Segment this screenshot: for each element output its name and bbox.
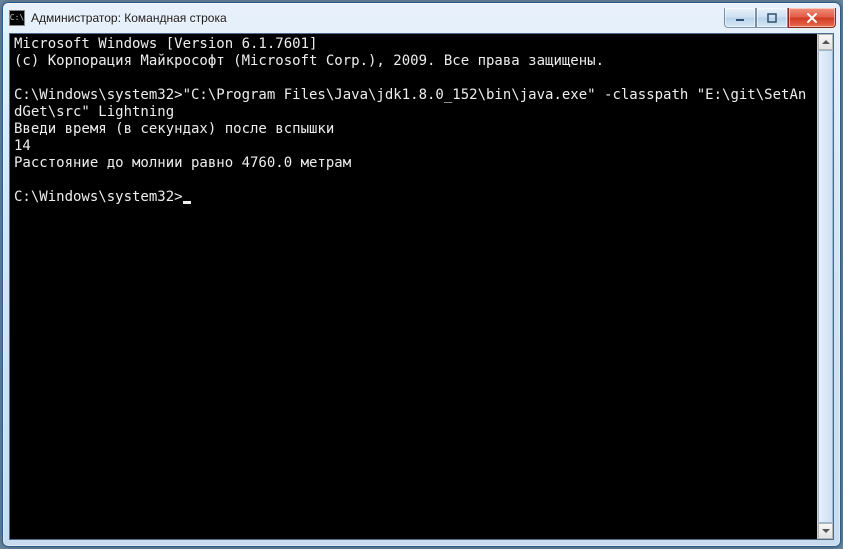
terminal-line [14,172,813,189]
scroll-down-button[interactable] [818,523,833,539]
terminal-prompt: C:\Windows\system32> [14,189,183,205]
window-controls [724,8,836,28]
scroll-up-button[interactable] [818,34,833,50]
client-area: Microsoft Windows [Version 6.1.7601](c) … [9,33,834,540]
scroll-track[interactable] [818,50,833,523]
minimize-button[interactable] [724,8,756,28]
terminal-line: Расстояние до молнии равно 4760.0 метрам [14,155,813,172]
terminal-line: Введи время (в секундах) после вспышки [14,121,813,138]
window-title: Администратор: Командная строка [31,11,724,25]
scroll-thumb[interactable] [818,50,833,523]
terminal-line: C:\Windows\system32>"C:\Program Files\Ja… [14,87,813,121]
terminal-line: Microsoft Windows [Version 6.1.7601] [14,36,813,53]
close-button[interactable] [788,8,836,28]
window-frame: C:\ Администратор: Командная строка Micr… [2,2,841,547]
terminal-cursor [183,201,191,204]
terminal-line: 14 [14,138,813,155]
cmd-icon: C:\ [9,10,25,26]
vertical-scrollbar[interactable] [817,34,833,539]
maximize-button[interactable] [756,8,788,28]
terminal-output[interactable]: Microsoft Windows [Version 6.1.7601](c) … [10,34,817,539]
terminal-prompt-line[interactable]: C:\Windows\system32> [14,189,813,206]
terminal-line [14,70,813,87]
titlebar[interactable]: C:\ Администратор: Командная строка [3,3,840,33]
terminal-line: (c) Корпорация Майкрософт (Microsoft Cor… [14,53,813,70]
